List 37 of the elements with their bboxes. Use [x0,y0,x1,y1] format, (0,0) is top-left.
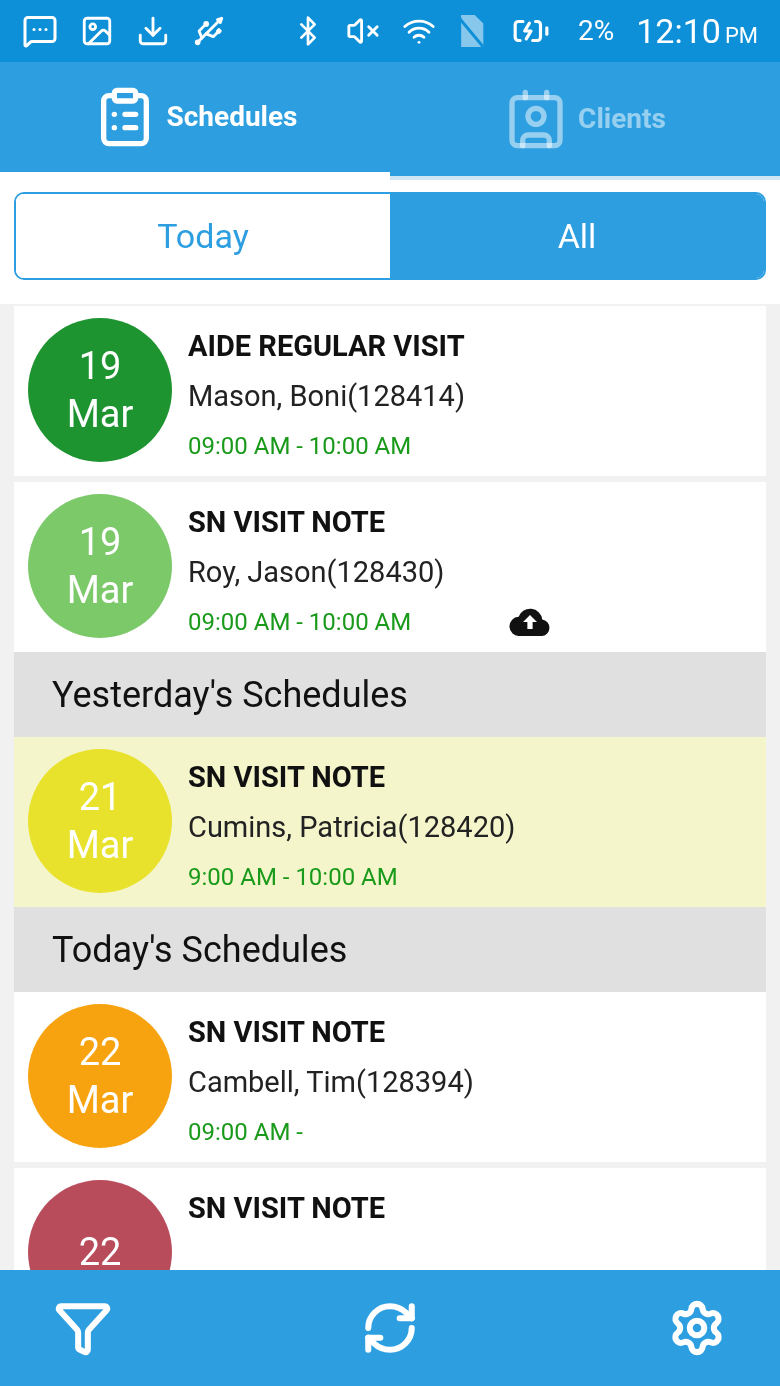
visit-time: 09:00 AM - 10:00 AM [188,431,412,462]
schedule-card[interactable]: 19 Mar SN VISIT NOTE Roy, Jason(128430) 09:00 AM - 10:00 AM [14,482,766,652]
visit-time: 09:00 AM - [188,1117,303,1148]
date-month: Mar [66,822,134,869]
usb-icon [192,14,226,48]
client-name: Cambell, Tim(128394) [188,1064,475,1101]
schedule-card[interactable]: 22 Mar SN VISIT NOTE Cambell, Tim(128394) 09:00 AM - [14,992,766,1162]
message-icon [22,13,58,49]
client-name: Mason, Boni(128414) [188,378,466,415]
battery-percent: 2% [578,13,615,49]
visit-time: 9:00 AM - 10:00 AM [188,862,398,893]
client-name: Cumins, Patricia(128420) [188,809,517,846]
section-header: Yesterday's Schedules [14,652,766,737]
date-month: Mar [66,567,134,614]
client-name: Roy, Jason(128430) [188,554,446,591]
date-day: 22 [78,1228,122,1270]
no-sim-icon [458,15,484,47]
date-day: 22 [78,1028,122,1076]
date-day: 21 [78,773,122,821]
image-icon [80,14,114,48]
clock-time: 12:10 [636,9,721,53]
date-day: 19 [78,518,122,566]
date-month: Mar [66,1077,134,1124]
schedule-card[interactable]: 19 Mar AIDE REGULAR VISIT Mason, Boni(128414) 09:00 AM - 10:00 AM [14,306,766,476]
date-month: Mar [66,391,134,438]
visit-title: SN VISIT NOTE [188,504,387,541]
clock-period: PM [724,21,758,50]
visit-time: 09:00 AM - 10:00 AM [188,607,412,638]
visit-title: SN VISIT NOTE [188,1190,387,1227]
schedule-card[interactable]: 22 SN VISIT NOTE [14,1168,766,1270]
visit-title: AIDE REGULAR VISIT [188,328,466,365]
section-header: Today's Schedules [14,907,766,992]
visit-title: SN VISIT NOTE [188,759,387,796]
date-day: 19 [78,342,122,390]
download-icon [136,14,170,48]
schedule-card[interactable]: 21 Mar SN VISIT NOTE Cumins, Patricia(128420) 9:00 AM - 10:00 AM [14,737,766,907]
visit-title: SN VISIT NOTE [188,1014,387,1051]
